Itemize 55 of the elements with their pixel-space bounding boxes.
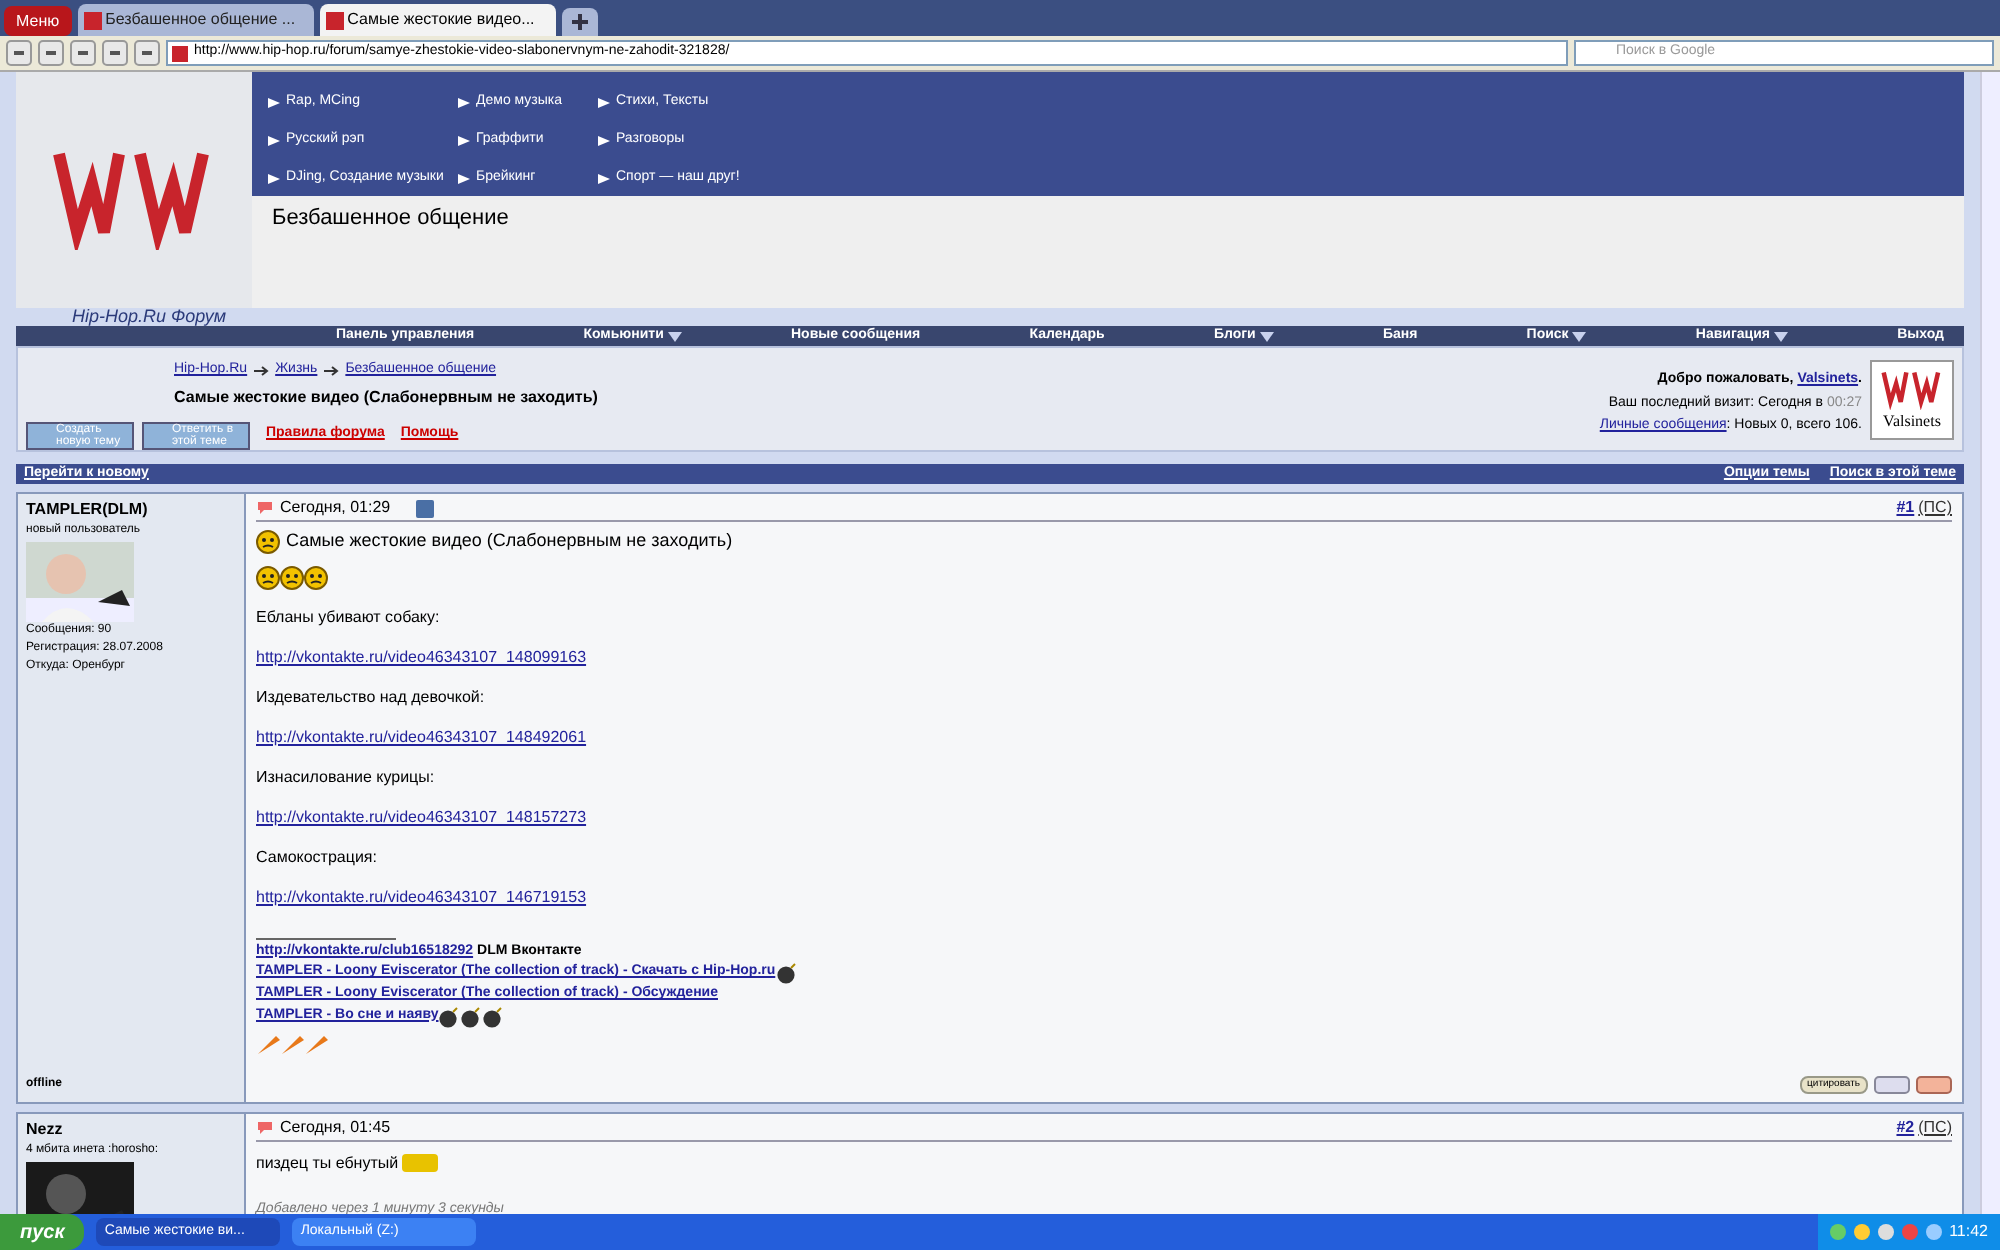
pointer-icon (458, 97, 470, 107)
post-text: Самокострация: (256, 845, 377, 869)
smiley-icon (280, 565, 304, 589)
private-message-link[interactable]: (ПС) (1918, 496, 1952, 520)
pointer-icon (458, 135, 470, 145)
pointer-icon (598, 97, 610, 107)
bomb-icon (460, 1005, 483, 1027)
arrow-icon (323, 365, 340, 376)
caret-icon (1259, 331, 1274, 341)
video-link[interactable]: http://vkontakte.ru/video46343107_148157273 (256, 805, 587, 829)
clock: 11:42 (1949, 1220, 1988, 1244)
post-title: Самые жестокие видео (Слабонервным не заходить) (286, 528, 733, 554)
post-date: Сегодня, 01:29 (280, 496, 391, 520)
start-button[interactable]: пуск (0, 1214, 85, 1250)
plus-icon (571, 14, 588, 30)
frown-icon (256, 529, 280, 554)
section-title: Безбашенное общение (272, 206, 509, 230)
pointer-icon (268, 97, 280, 107)
new-tab-button[interactable] (561, 8, 598, 36)
speech-bubble-icon (256, 1119, 274, 1135)
smiley-icon (304, 565, 328, 589)
caret-icon (1773, 331, 1788, 341)
pointer-icon (268, 135, 280, 145)
avatar-caption: Valsinets (1883, 410, 1941, 434)
post-number-link[interactable]: #1 (1896, 496, 1915, 520)
caret-icon (667, 331, 682, 341)
bomb-icon (438, 1005, 461, 1027)
bomb-icon (482, 1005, 505, 1027)
pointer-icon (458, 173, 470, 183)
post-number-link[interactable]: #2 (1896, 1115, 1915, 1139)
pointer-icon (598, 173, 610, 183)
private-message-link[interactable]: (ПС) (1918, 1115, 1952, 1139)
video-link[interactable]: http://vkontakte.ru/video46343107_148099163 (256, 645, 587, 669)
arrow-icon (253, 365, 270, 376)
pointer-icon (268, 173, 280, 183)
post-text: пиздец ты ебнутый (256, 1151, 399, 1175)
post-author[interactable]: TAMPLER(DLM) (26, 498, 236, 522)
carrots-icon (256, 1031, 332, 1055)
post-text: Издевательство над девочкой: (256, 685, 485, 709)
smiley-icon (256, 565, 280, 589)
video-link[interactable]: http://vkontakte.ru/video46343107_146719153 (256, 885, 587, 909)
browser-tab[interactable]: Самые жестокие видео... (319, 4, 556, 36)
caret-icon (1572, 331, 1587, 341)
browser-tab[interactable]: Безбашенное общение ... (77, 4, 314, 36)
post-text: Ебланы убивают собаку: (256, 605, 440, 629)
post-date: Сегодня, 01:45 (280, 1115, 391, 1139)
video-link[interactable]: http://vkontakte.ru/video46343107_148492061 (256, 725, 587, 749)
forum-name: Hip-Hop.Ru Форум (72, 306, 227, 326)
thread-title: Самые жестокие видео (Слабонервным не заходить) (174, 385, 598, 409)
browser-menu-button[interactable]: Меню (4, 6, 72, 36)
pointer-icon (598, 135, 610, 145)
post-text: Изнасилование курицы: (256, 765, 435, 789)
bomb-icon (775, 962, 798, 984)
post-author[interactable]: Nezz (26, 1117, 236, 1141)
speech-bubble-icon (256, 500, 274, 516)
